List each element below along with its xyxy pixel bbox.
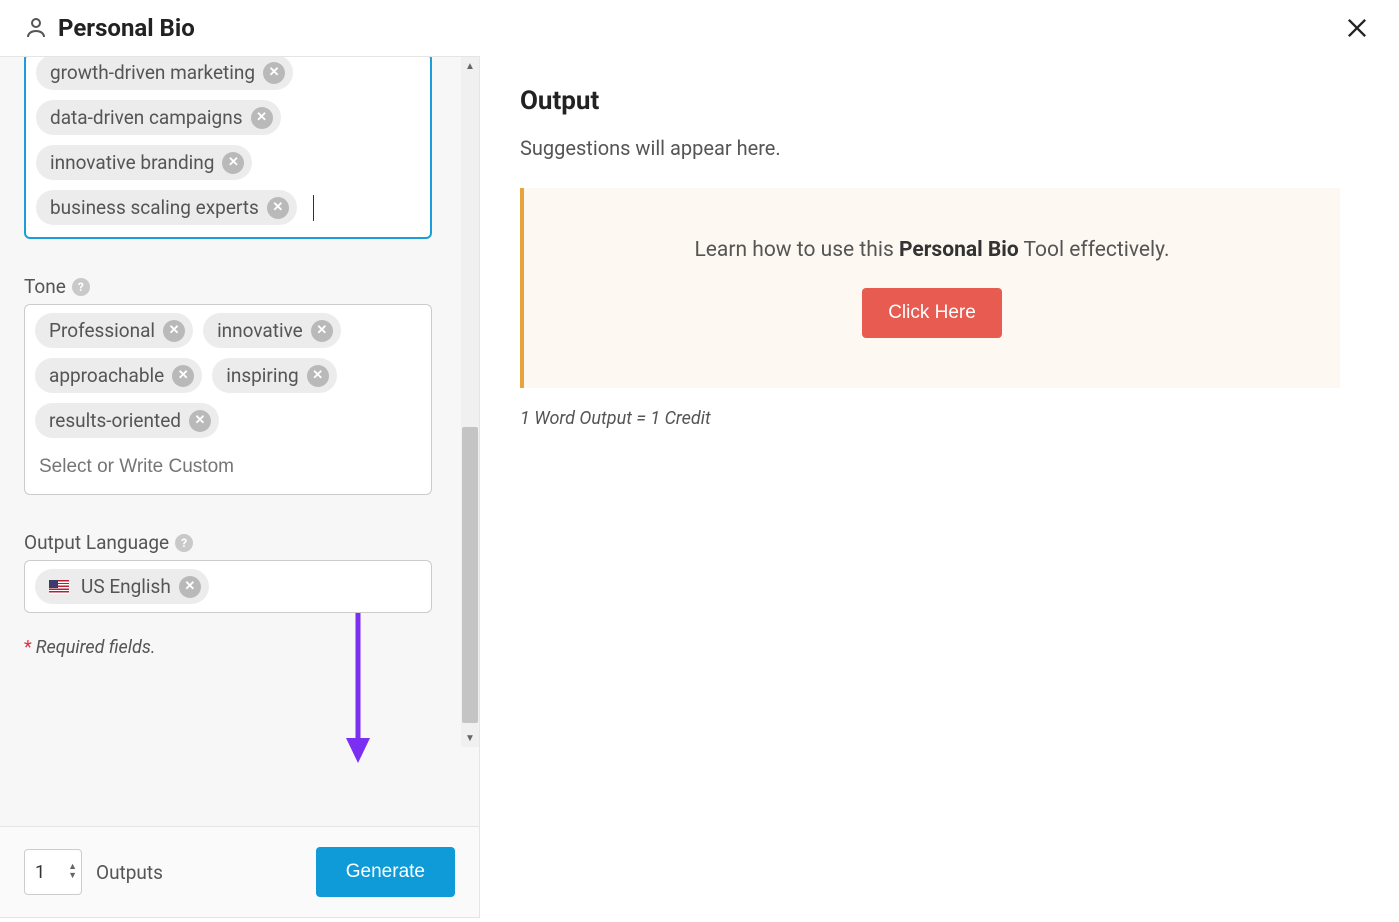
language-pill: US English ✕ — [35, 569, 209, 604]
step-down-icon[interactable]: ▼ — [68, 872, 77, 881]
remove-icon[interactable]: ✕ — [163, 320, 185, 342]
tone-pill: Professional ✕ — [35, 313, 193, 348]
form-scroll-area: growth-driven marketing ✕ data-driven ca… — [0, 57, 479, 826]
help-icon[interactable]: ? — [72, 278, 90, 296]
pill-label: results-oriented — [49, 409, 181, 432]
tone-pill: innovative ✕ — [203, 313, 341, 348]
tip-box: Learn how to use this Personal Bio Tool … — [520, 188, 1340, 388]
language-label-text: Output Language — [24, 531, 169, 554]
stepper-arrows[interactable]: ▲ ▼ — [68, 863, 77, 881]
scroll-up-icon[interactable]: ▲ — [461, 57, 479, 75]
tone-input[interactable]: Professional ✕ innovative ✕ approachable… — [24, 304, 432, 495]
remove-icon[interactable]: ✕ — [222, 152, 244, 174]
pill-label: innovative — [217, 319, 303, 342]
keyword-pill: innovative branding ✕ — [36, 145, 252, 180]
scroll-down-icon[interactable]: ▼ — [461, 729, 479, 747]
suggestions-placeholder: Suggestions will appear here. — [520, 136, 1359, 160]
outputs-stepper[interactable]: 1 ▲ ▼ — [24, 849, 82, 895]
tip-prefix: Learn how to use this — [694, 238, 899, 262]
pill-label: growth-driven marketing — [50, 61, 255, 84]
pill-label: innovative branding — [50, 151, 214, 174]
remove-icon[interactable]: ✕ — [251, 107, 273, 129]
required-note: *Required fields. — [24, 637, 455, 658]
pill-label: inspiring — [226, 364, 298, 387]
pill-label: Professional — [49, 319, 155, 342]
tip-suffix: Tool effectively. — [1019, 238, 1170, 262]
remove-icon[interactable]: ✕ — [311, 320, 333, 342]
main: growth-driven marketing ✕ data-driven ca… — [0, 56, 1399, 918]
keywords-input[interactable]: growth-driven marketing ✕ data-driven ca… — [24, 57, 432, 239]
tone-pill: inspiring ✕ — [212, 358, 336, 393]
output-title: Output — [520, 86, 1359, 116]
remove-icon[interactable]: ✕ — [263, 62, 285, 84]
text-cursor — [313, 195, 314, 221]
scrollbar[interactable]: ▲ ▼ — [461, 57, 479, 747]
remove-icon[interactable]: ✕ — [307, 365, 329, 387]
language-input[interactable]: US English ✕ — [24, 560, 432, 613]
close-button[interactable] — [1343, 14, 1371, 46]
scrollbar-thumb[interactable] — [462, 427, 478, 723]
keyword-pill: business scaling experts ✕ — [36, 190, 297, 225]
language-label: Output Language ? — [24, 531, 455, 554]
tone-pill: results-oriented ✕ — [35, 403, 219, 438]
pill-label: approachable — [49, 364, 164, 387]
person-icon — [24, 16, 48, 40]
tone-pill: approachable ✕ — [35, 358, 202, 393]
required-note-text: Required fields. — [36, 637, 156, 658]
tip-text: Learn how to use this Personal Bio Tool … — [554, 238, 1310, 262]
right-panel: Output Suggestions will appear here. Lea… — [480, 56, 1399, 918]
pill-label: data-driven campaigns — [50, 106, 243, 129]
bottom-bar: 1 ▲ ▼ Outputs Generate — [0, 826, 479, 917]
outputs-control: 1 ▲ ▼ Outputs — [24, 849, 163, 895]
generate-button[interactable]: Generate — [316, 847, 455, 897]
tone-label-text: Tone — [24, 275, 66, 298]
remove-icon[interactable]: ✕ — [267, 197, 289, 219]
credit-note: 1 Word Output = 1 Credit — [520, 408, 1359, 429]
outputs-value: 1 — [35, 862, 45, 883]
outputs-label: Outputs — [96, 861, 163, 884]
remove-icon[interactable]: ✕ — [189, 410, 211, 432]
left-panel: growth-driven marketing ✕ data-driven ca… — [0, 56, 480, 918]
tone-custom-input[interactable] — [35, 448, 421, 482]
page-title: Personal Bio — [58, 14, 195, 42]
keyword-pill: data-driven campaigns ✕ — [36, 100, 281, 135]
tip-bold: Personal Bio — [899, 238, 1019, 262]
pill-label: business scaling experts — [50, 196, 259, 219]
header: Personal Bio — [0, 0, 1399, 56]
click-here-button[interactable]: Click Here — [862, 288, 1002, 338]
tone-label: Tone ? — [24, 275, 455, 298]
close-icon — [1343, 14, 1371, 42]
keyword-pill: growth-driven marketing ✕ — [36, 57, 293, 90]
us-flag-icon — [49, 580, 69, 594]
remove-icon[interactable]: ✕ — [179, 576, 201, 598]
pill-label: US English — [81, 575, 171, 598]
remove-icon[interactable]: ✕ — [172, 365, 194, 387]
help-icon[interactable]: ? — [175, 534, 193, 552]
